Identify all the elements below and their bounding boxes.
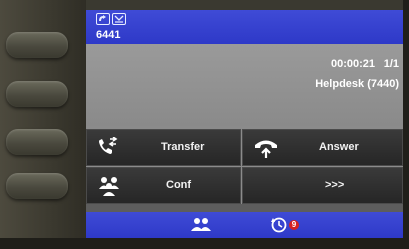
line-number: 6441 (96, 29, 121, 41)
more-softkeys-button[interactable]: >>> (242, 167, 403, 204)
phone-bezel-bottom (0, 238, 409, 249)
answer-button[interactable]: Answer (242, 129, 403, 166)
transfer-label: Transfer (161, 141, 205, 153)
conference-label: Conf (166, 179, 192, 191)
active-call-panel[interactable]: 00:00:21 1/1 Helpdesk (7440) (86, 44, 403, 126)
transfer-icon (99, 137, 118, 154)
caller-name: Helpdesk (7440) (315, 78, 399, 90)
page-indicator (86, 204, 403, 217)
bottom-nav: 9 (86, 212, 403, 238)
hardware-line-key-4[interactable] (6, 173, 68, 199)
hardware-line-key-1[interactable] (6, 32, 68, 58)
conference-button[interactable]: Conf (86, 167, 241, 204)
phone-screen: 6441 00:00:21 1/1 Helpdesk (7440) Transf… (86, 10, 403, 238)
hardware-line-key-2[interactable] (6, 81, 68, 107)
call-timer: 00:00:21 (330, 58, 375, 70)
softkey-grid: Transfer Answer Conf >>> (86, 126, 403, 204)
transfer-button[interactable]: Transfer (86, 129, 241, 166)
answer-call-icon (255, 140, 277, 158)
conference-icon (99, 177, 119, 196)
phone-bezel-right (403, 0, 409, 249)
call-count: 1/1 (383, 58, 399, 70)
call-history-icon[interactable] (270, 216, 288, 234)
call-forward-icon (96, 13, 110, 25)
missed-call-icon (112, 13, 126, 25)
contacts-icon[interactable] (190, 216, 212, 232)
missed-calls-badge: 9 (289, 220, 299, 230)
status-bar: 6441 (86, 10, 403, 44)
phone-left-panel (0, 0, 86, 249)
answer-label: Answer (319, 141, 359, 153)
hardware-line-key-3[interactable] (6, 129, 68, 155)
more-label: >>> (325, 179, 345, 191)
